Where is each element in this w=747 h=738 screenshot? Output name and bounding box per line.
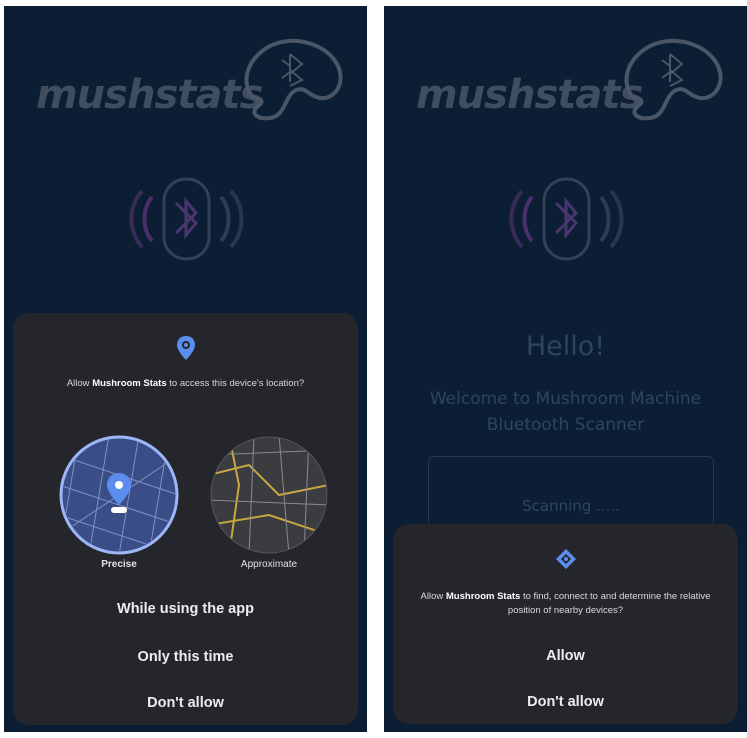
while-using-app-button[interactable]: While using the app (13, 601, 358, 617)
welcome-text: Welcome to Mushroom Machine Bluetooth Sc… (429, 389, 702, 435)
app-name: Mushroom Stats (445, 591, 521, 602)
scanning-status: Scanning ..... (522, 497, 620, 515)
app-name: Mushroom Stats (92, 378, 167, 389)
mushroom-bluetooth-logo-icon (244, 38, 343, 121)
precise-map-option[interactable] (59, 435, 179, 555)
approximate-label: Approximate (240, 559, 298, 570)
mushroom-bluetooth-logo-icon (624, 38, 723, 121)
bluetooth-scan-icon (129, 177, 244, 261)
nearby-prompt: Allow Mushroom Stats to find, connect to… (420, 591, 711, 616)
screen-nearby-devices-permission: mushstats Hello! Welcome to Mushroom Mac… (384, 6, 747, 732)
app-logo: mushstats (384, 36, 747, 126)
location-permission-dialog: Allow Mushroom Stats to access this devi… (13, 313, 358, 725)
app-logo: mushstats (4, 36, 367, 126)
precise-label: Precise (101, 559, 137, 570)
approximate-map-option[interactable] (209, 435, 329, 555)
logo-text: mushstats (36, 72, 263, 118)
dont-allow-button[interactable]: Don't allow (13, 695, 358, 711)
nearby-devices-permission-dialog: Allow Mushroom Stats to find, connect to… (393, 524, 738, 724)
bluetooth-scan-icon (509, 177, 624, 261)
screen-location-permission: mushstats Allow Mushroom Stats to access… (4, 6, 367, 732)
location-pin-icon (176, 336, 195, 360)
logo-text: mushstats (416, 72, 643, 118)
dont-allow-button[interactable]: Don't allow (393, 694, 738, 710)
nearby-devices-icon (555, 549, 576, 569)
location-prompt: Allow Mushroom Stats to access this devi… (66, 378, 305, 389)
hello-heading: Hello! (525, 331, 606, 362)
allow-button[interactable]: Allow (393, 648, 738, 664)
only-this-time-button[interactable]: Only this time (13, 649, 358, 665)
